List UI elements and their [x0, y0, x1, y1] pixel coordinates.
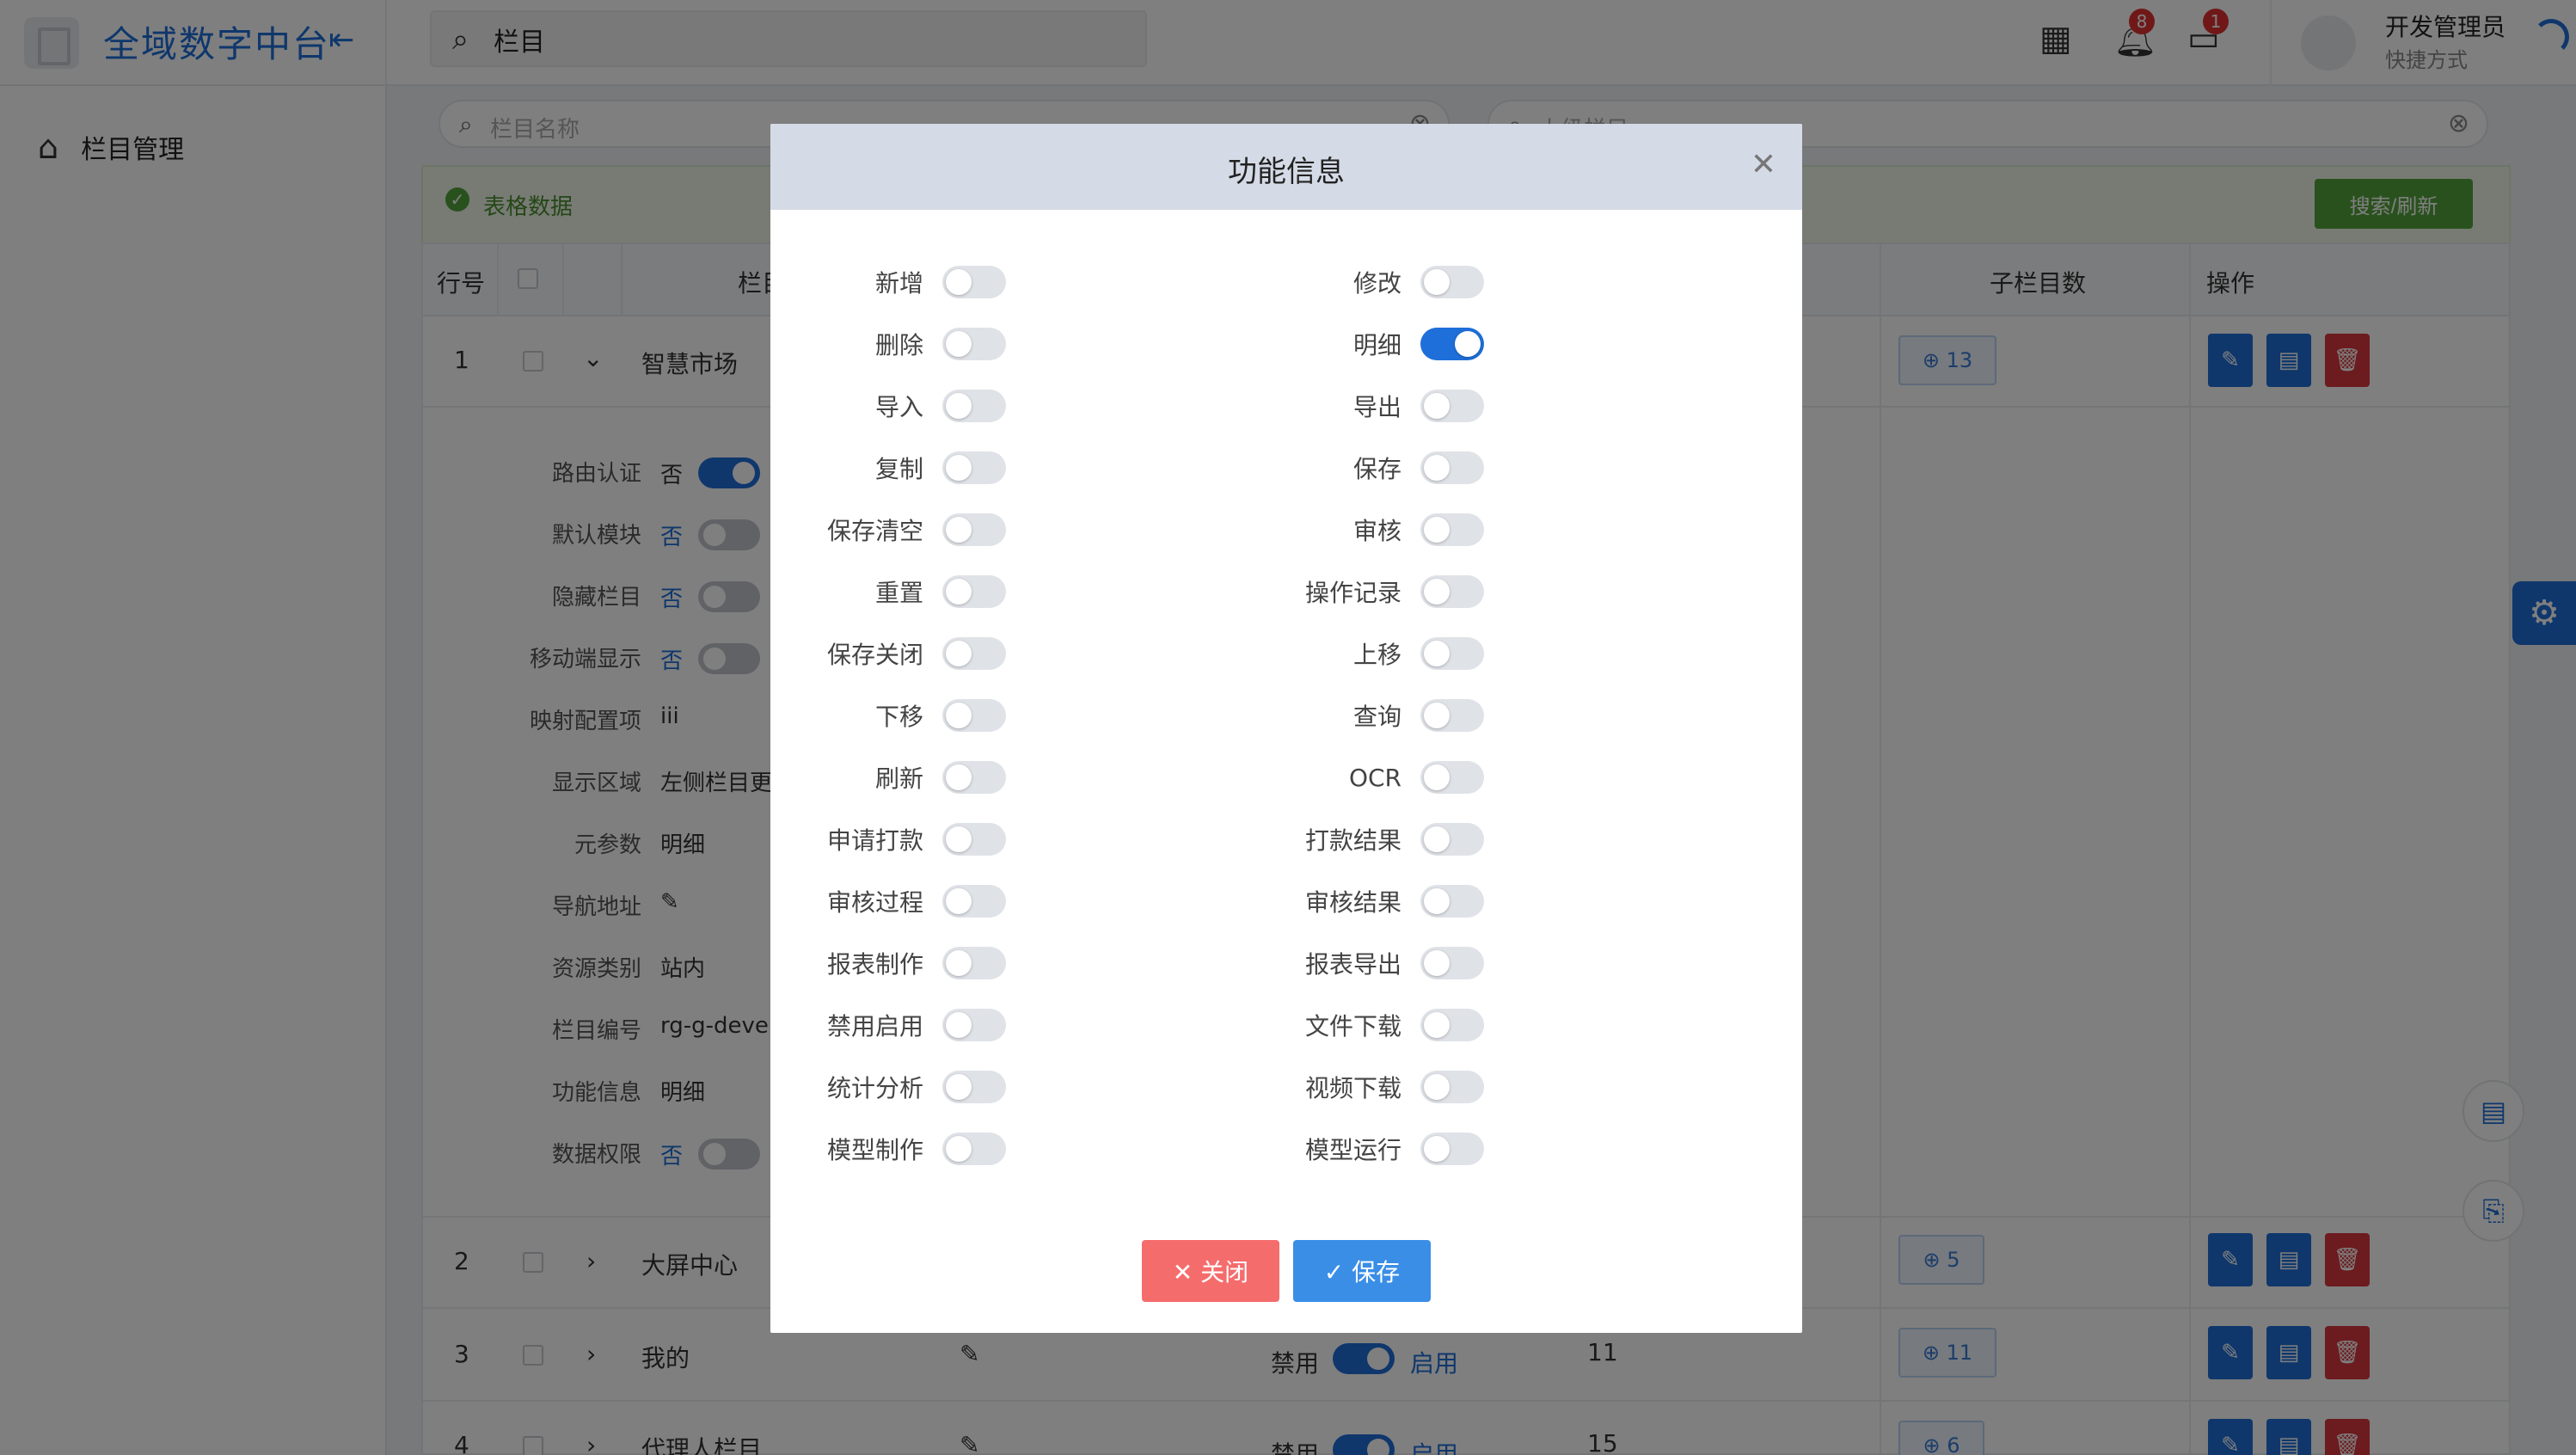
function-info-dialog: 功能信息 ✕ ✕ 关闭 ✓ 保存 新增删除导入复制保存清空重置保存关闭下移刷新申… [770, 124, 1802, 1333]
switch-label: 查询 [1352, 703, 1401, 731]
function-toggle[interactable] [942, 575, 1006, 608]
switch-row: 重置 [770, 574, 1006, 609]
switch-row: 保存 [1248, 451, 1484, 485]
function-toggle[interactable] [1420, 699, 1484, 732]
function-toggle[interactable] [942, 699, 1006, 732]
function-toggle[interactable] [942, 390, 1006, 422]
switch-label: 模型运行 [1304, 1136, 1401, 1164]
switch-label: 明细 [1352, 331, 1401, 359]
switch-label: 导入 [874, 393, 923, 421]
switch-label: 保存清空 [826, 517, 923, 545]
save-button[interactable]: ✓ 保存 [1293, 1240, 1431, 1302]
switch-row: 审核 [1248, 513, 1484, 547]
function-toggle[interactable] [1420, 885, 1484, 918]
switch-label: 删除 [874, 331, 923, 359]
switch-label: 打款结果 [1304, 826, 1401, 855]
switch-row: 审核过程 [770, 884, 1006, 918]
switch-row: 统计分析 [770, 1070, 1006, 1104]
function-toggle[interactable] [1420, 451, 1484, 484]
switch-label: 保存关闭 [826, 641, 923, 669]
function-toggle[interactable] [942, 761, 1006, 794]
switch-row: 保存清空 [770, 513, 1006, 547]
function-toggle[interactable] [1420, 1071, 1484, 1103]
dialog-header: 功能信息 ✕ [770, 124, 1802, 210]
switch-label: 新增 [874, 269, 923, 298]
switch-row: 新增 [770, 265, 1006, 299]
switch-row: 导入 [770, 389, 1006, 423]
switch-row: 报表制作 [770, 946, 1006, 980]
switch-label: 下移 [874, 703, 923, 731]
switch-row: 申请打款 [770, 822, 1006, 856]
switch-row: OCR [1248, 760, 1484, 795]
switch-row: 复制 [770, 451, 1006, 485]
function-toggle[interactable] [942, 1009, 1006, 1041]
switch-label: 审核 [1352, 517, 1401, 545]
function-toggle[interactable] [942, 451, 1006, 484]
function-toggle[interactable] [1420, 390, 1484, 422]
switch-row: 模型运行 [1248, 1132, 1484, 1166]
switch-row: 上移 [1248, 636, 1484, 671]
function-toggle[interactable] [1420, 761, 1484, 794]
switch-label: OCR [1348, 763, 1401, 792]
function-toggle[interactable] [1420, 513, 1484, 546]
switch-label: 文件下载 [1304, 1012, 1401, 1041]
function-toggle[interactable] [942, 637, 1006, 670]
switch-row: 导出 [1248, 389, 1484, 423]
switch-row: 刷新 [770, 760, 1006, 795]
switch-label: 导出 [1352, 393, 1401, 421]
function-toggle[interactable] [942, 266, 1006, 298]
switch-label: 视频下载 [1304, 1074, 1401, 1102]
switch-row: 文件下载 [1248, 1008, 1484, 1042]
function-toggle[interactable] [1420, 823, 1484, 856]
function-toggle[interactable] [942, 1133, 1006, 1165]
function-toggle[interactable] [942, 947, 1006, 979]
switch-label: 保存 [1352, 455, 1401, 483]
switch-label: 复制 [874, 455, 923, 483]
function-toggle[interactable] [1420, 328, 1484, 360]
switch-label: 报表制作 [826, 950, 923, 979]
switch-row: 报表导出 [1248, 946, 1484, 980]
switch-label: 统计分析 [826, 1074, 923, 1102]
function-toggle[interactable] [942, 885, 1006, 918]
switch-label: 上移 [1352, 641, 1401, 669]
switch-label: 报表导出 [1304, 950, 1401, 979]
switch-row: 视频下载 [1248, 1070, 1484, 1104]
switch-row: 明细 [1248, 327, 1484, 361]
dialog-title: 功能信息 [1228, 155, 1345, 189]
function-toggle[interactable] [942, 328, 1006, 360]
switch-row: 查询 [1248, 698, 1484, 733]
switch-row: 操作记录 [1248, 574, 1484, 609]
switch-label: 修改 [1352, 269, 1401, 298]
function-toggle[interactable] [942, 1071, 1006, 1103]
function-toggle[interactable] [942, 823, 1006, 856]
function-toggle[interactable] [1420, 947, 1484, 979]
switch-row: 保存关闭 [770, 636, 1006, 671]
switch-row: 禁用启用 [770, 1008, 1006, 1042]
switch-label: 审核结果 [1304, 888, 1401, 917]
function-toggle[interactable] [1420, 1133, 1484, 1165]
function-toggle[interactable] [942, 513, 1006, 546]
function-toggle[interactable] [1420, 575, 1484, 608]
close-button[interactable]: ✕ 关闭 [1142, 1240, 1279, 1302]
switch-label: 刷新 [874, 764, 923, 793]
switch-row: 模型制作 [770, 1132, 1006, 1166]
switch-label: 操作记录 [1304, 579, 1401, 607]
function-toggle[interactable] [1420, 1009, 1484, 1041]
switch-label: 申请打款 [826, 826, 923, 855]
function-toggle[interactable] [1420, 266, 1484, 298]
switch-row: 修改 [1248, 265, 1484, 299]
close-icon[interactable]: ✕ [1751, 148, 1776, 182]
switch-label: 模型制作 [826, 1136, 923, 1164]
switch-label: 重置 [874, 579, 923, 607]
switch-label: 审核过程 [826, 888, 923, 917]
switch-row: 打款结果 [1248, 822, 1484, 856]
function-toggle[interactable] [1420, 637, 1484, 670]
switch-row: 删除 [770, 327, 1006, 361]
switch-row: 审核结果 [1248, 884, 1484, 918]
switch-row: 下移 [770, 698, 1006, 733]
switch-label: 禁用启用 [826, 1012, 923, 1041]
